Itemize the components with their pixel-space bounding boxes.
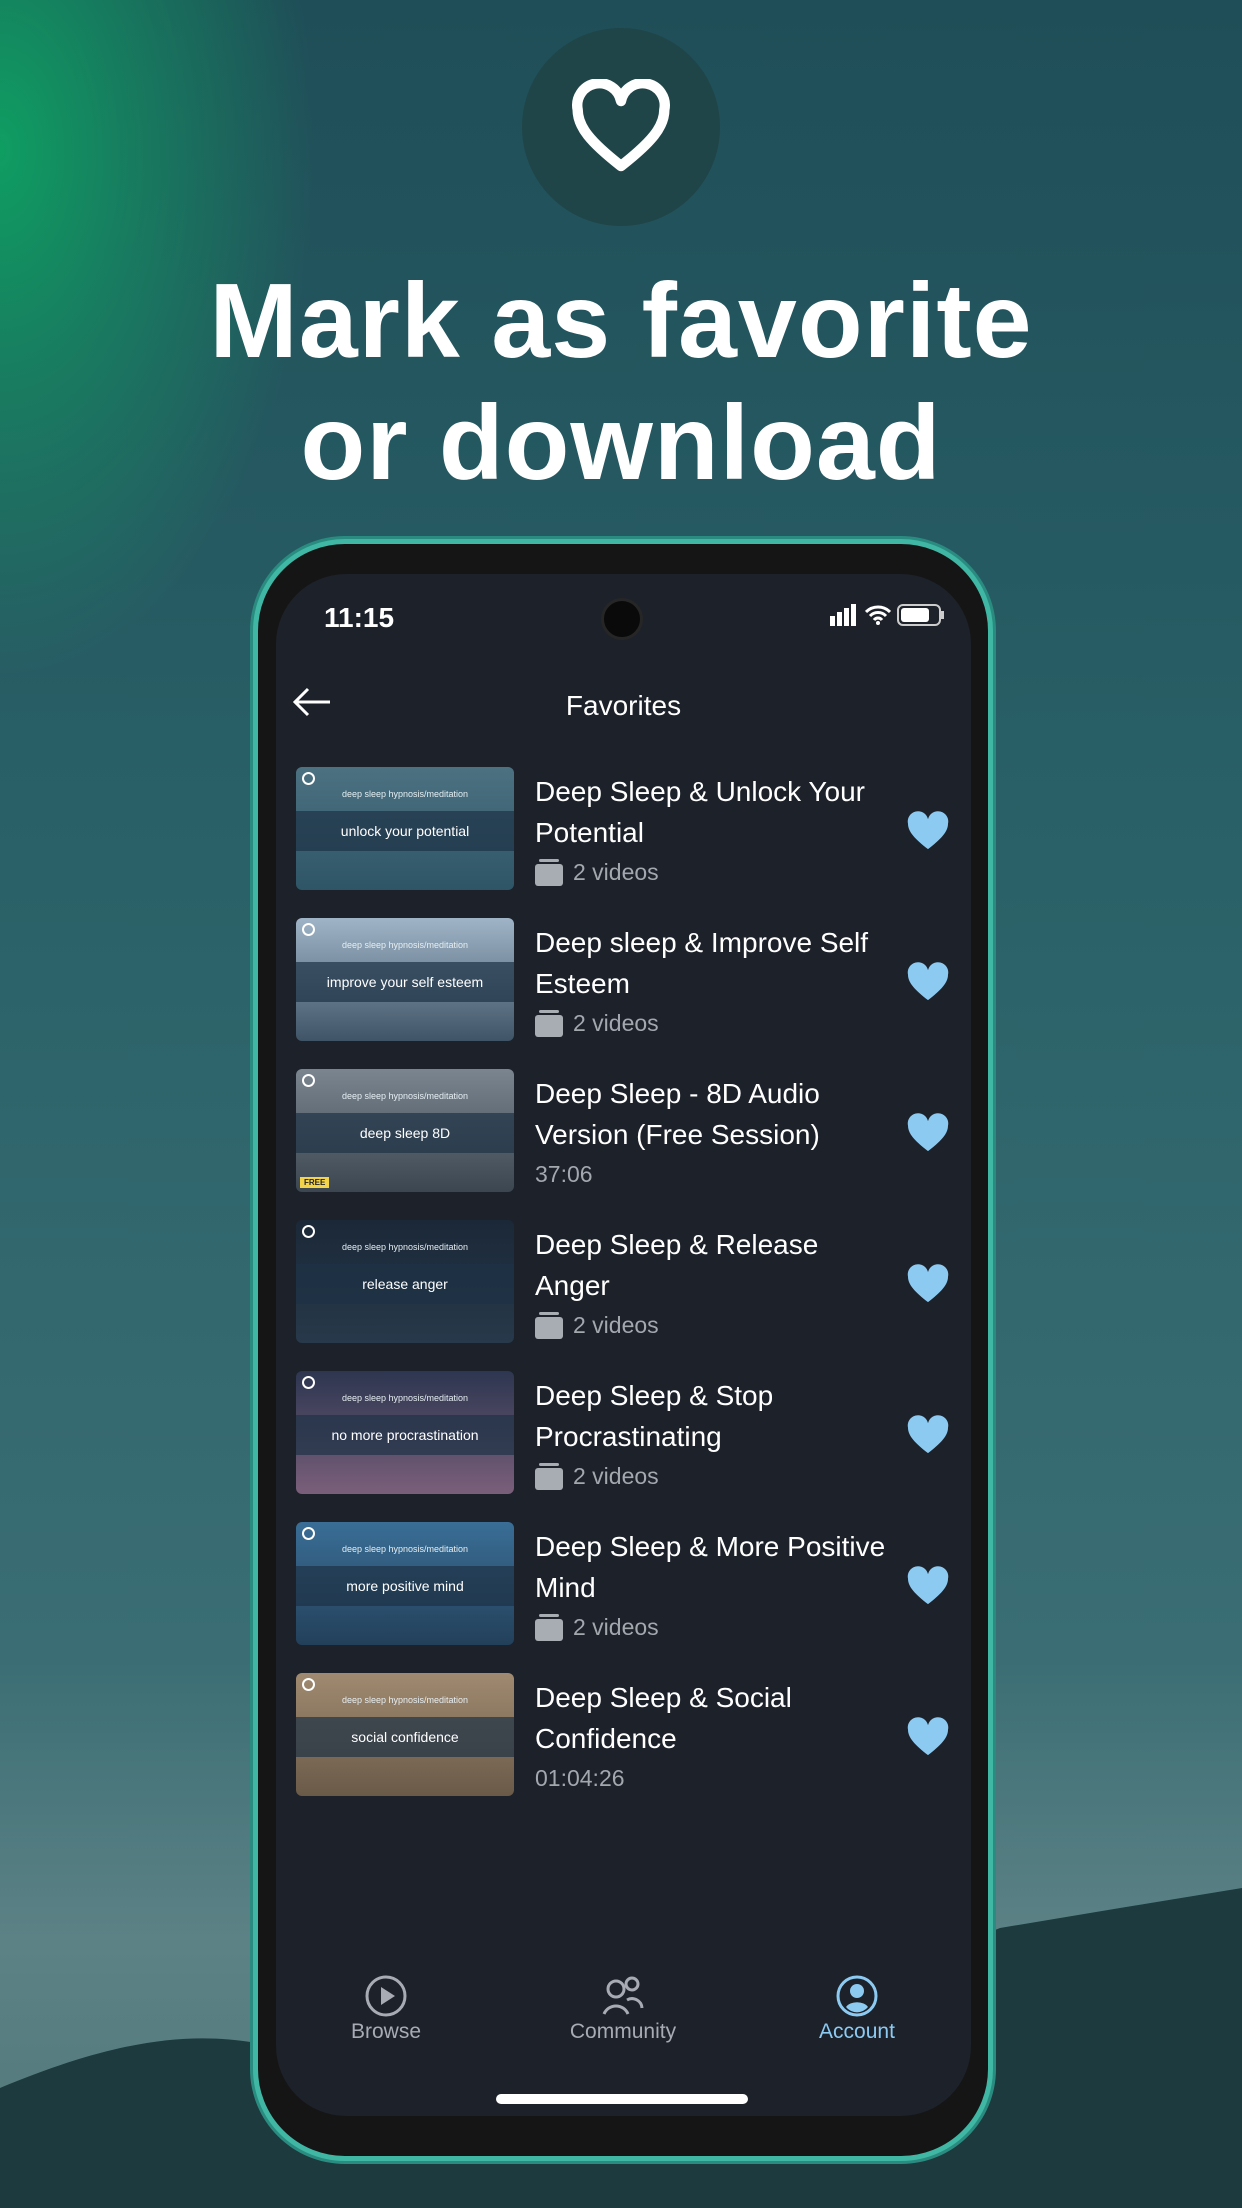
heart-filled-icon[interactable] [906,1566,950,1606]
nav-community-label: Community [569,2020,677,2043]
nav-browse-label: Browse [350,2020,422,2043]
wifi-icon [865,605,891,625]
heart-filled-icon[interactable] [906,1415,950,1455]
channel-logo-icon [302,1376,315,1389]
thumbnail-caption: deep sleep hypnosis/meditation [341,1695,469,1705]
playlist-icon [535,1462,563,1490]
item-title: Deep Sleep - 8D Audio Version (Free Sess… [535,1078,820,1150]
item-subtitle: 37:06 [535,1161,593,1187]
favorite-badge [522,28,720,226]
item-title: Deep sleep & Improve Self Esteem [535,927,869,999]
item-subtitle: 2 videos [573,1614,659,1640]
nav-account[interactable]: Account [757,1974,957,2044]
list-item[interactable]: deep sleep hypnosis/meditation unlock yo… [296,767,956,890]
thumbnail-caption: deep sleep hypnosis/meditation [341,1544,469,1554]
thumbnail-caption: deep sleep hypnosis/meditation [341,789,469,799]
thumbnail-caption: deep sleep hypnosis/meditation [341,1091,469,1101]
item-title: Deep Sleep & Release Anger [535,1229,819,1301]
home-indicator[interactable] [496,2094,748,2104]
thumbnail-label: deep sleep 8D [359,1125,451,1141]
list-item[interactable]: deep sleep hypnosis/meditation more posi… [296,1522,956,1645]
item-title: Deep Sleep & Unlock Your Potential [535,776,865,848]
channel-logo-icon [302,1527,315,1540]
thumbnail-caption: deep sleep hypnosis/meditation [341,1242,469,1252]
playlist-icon [535,858,563,886]
account-circle-icon [836,1975,878,2017]
item-subtitle: 2 videos [573,1010,659,1036]
thumbnail-label: more positive mind [346,1578,464,1594]
thumbnail[interactable]: deep sleep hypnosis/meditation more posi… [296,1522,514,1645]
play-circle-icon [365,1975,407,2017]
heart-filled-icon[interactable] [906,1113,950,1153]
heart-filled-icon[interactable] [906,1264,950,1304]
channel-logo-icon [302,1074,315,1087]
item-title: Deep Sleep & More Positive Mind [535,1531,886,1603]
thumbnail-caption: deep sleep hypnosis/meditation [341,940,469,950]
playlist-icon [535,1613,563,1641]
thumbnail-label: unlock your potential [340,823,470,839]
thumbnail-label: release anger [362,1276,448,1292]
headline-line-2: or download [300,384,942,502]
thumbnail-label: no more procrastination [331,1427,479,1443]
thumbnail[interactable]: deep sleep hypnosis/meditation no more p… [296,1371,514,1494]
signal-icon [830,604,856,626]
list-item[interactable]: deep sleep hypnosis/meditation deep slee… [296,1069,956,1192]
item-subtitle: 2 videos [573,1312,659,1338]
thumbnail-caption: deep sleep hypnosis/meditation [341,1393,469,1403]
item-subtitle: 01:04:26 [535,1765,625,1791]
heart-icon [572,79,670,172]
channel-logo-icon [302,772,315,785]
channel-logo-icon [302,923,315,936]
thumbnail[interactable]: deep sleep hypnosis/meditation improve y… [296,918,514,1041]
nav-account-label: Account [819,2020,895,2043]
list-item[interactable]: deep sleep hypnosis/meditation social co… [296,1673,956,1796]
list-item[interactable]: deep sleep hypnosis/meditation improve y… [296,918,956,1041]
list-item[interactable]: deep sleep hypnosis/meditation release a… [296,1220,956,1343]
item-title: Deep Sleep & Social Confidence [535,1682,792,1754]
thumbnail[interactable]: deep sleep hypnosis/meditation deep slee… [296,1069,514,1192]
battery-icon [897,604,944,626]
heart-filled-icon[interactable] [906,1717,950,1757]
status-time: 11:15 [324,602,395,633]
item-subtitle: 2 videos [573,859,659,885]
thumbnail[interactable]: deep sleep hypnosis/meditation social co… [296,1673,514,1796]
phone-screen: 11:15 Favorites deep sleep hypnosis/medi… [276,574,971,2116]
thumbnail-label: social confidence [351,1729,459,1745]
playlist-icon [535,1311,563,1339]
nav-browse[interactable]: Browse [286,1974,486,2044]
people-icon [602,1976,644,2015]
playlist-icon [535,1009,563,1037]
free-badge: FREE [300,1177,330,1188]
heart-filled-icon[interactable] [906,811,950,851]
nav-community[interactable]: Community [523,1974,723,2044]
list-item[interactable]: deep sleep hypnosis/meditation no more p… [296,1371,956,1494]
item-subtitle: 2 videos [573,1463,659,1489]
thumbnail-label: improve your self esteem [326,974,484,990]
channel-logo-icon [302,1225,315,1238]
page-title: Favorites [565,690,682,721]
channel-logo-icon [302,1678,315,1691]
heart-filled-icon[interactable] [906,962,950,1002]
headline-line-1: Mark as favorite [209,262,1033,380]
camera-cutout [601,598,643,640]
status-icons [829,604,945,626]
thumbnail[interactable]: deep sleep hypnosis/meditation release a… [296,1220,514,1343]
item-title: Deep Sleep & Stop Procrastinating [535,1380,774,1452]
thumbnail[interactable]: deep sleep hypnosis/meditation unlock yo… [296,767,514,890]
